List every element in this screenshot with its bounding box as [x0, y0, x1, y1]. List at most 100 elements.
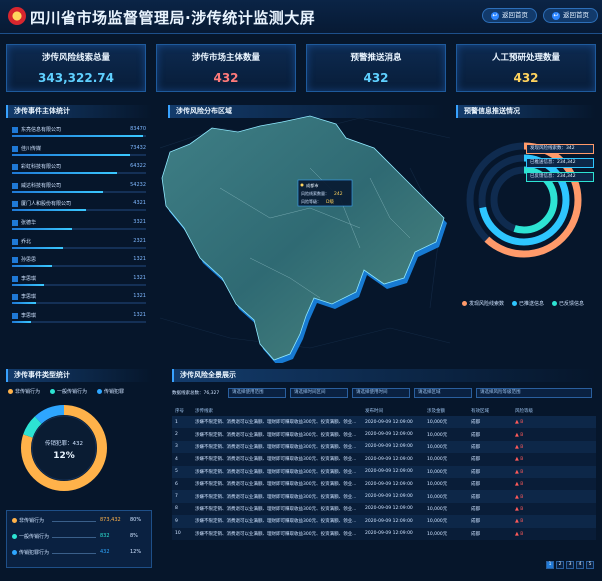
table-cell: 10,000元: [424, 527, 468, 540]
pagination: 12345: [546, 561, 594, 569]
types-donut-label: 传销犯罪：432: [45, 439, 83, 447]
warning-triangle-icon: ▲: [515, 481, 519, 488]
warning-triangle-icon: ▲: [515, 443, 519, 450]
types-row-pct: 8%: [130, 533, 138, 539]
table-row[interactable]: 2 涉嫌不限定销、消费退可以业满额、理财即可赚取收益300元、投资满额、领业...…: [172, 428, 596, 441]
rank-square-icon: [12, 294, 18, 301]
table-cell: ▲ B: [512, 490, 596, 503]
subject-value: 3321: [133, 219, 146, 225]
table-row[interactable]: 3 涉嫌不限定销、消费退可以业满额、理财即可赚取收益300元、投资满额、领业...…: [172, 440, 596, 454]
table-row[interactable]: 4 涉嫌不限定销、消费退可以业满额、理财即可赚取收益300元、投资满额、领业...…: [172, 453, 596, 466]
table-row[interactable]: 7 涉嫌不限定销、消费退可以业满额、理财即可赚取收益300元、投资满额、领业...…: [172, 490, 596, 503]
page-button[interactable]: 4: [576, 561, 584, 569]
warning-triangle-icon: ▲: [515, 530, 519, 537]
rank-square-icon: [12, 313, 18, 319]
rank-square-icon: [12, 220, 18, 226]
push-legend: 发现风险线索数 已推送信息 已反馈信息: [462, 300, 598, 307]
subject-item[interactable]: 厦门人和股份有限公司 4321: [12, 200, 146, 218]
push-legend-item: 已反馈信息: [552, 300, 584, 307]
subject-item[interactable]: 东亮信息有限公司 83470: [12, 126, 146, 144]
push-label: 已反馈信息：: [530, 174, 557, 179]
types-row-value: 873,432: [100, 517, 121, 523]
subject-item[interactable]: 李思琪 1321: [12, 293, 146, 311]
subject-item[interactable]: 乔北 2321: [12, 238, 146, 256]
types-row: 一般传销行为 832 8%: [12, 533, 148, 543]
subject-item[interactable]: 佳川传媒 73432: [12, 145, 146, 163]
table-cell: 成都: [468, 465, 512, 478]
table-cell: 10,000元: [424, 515, 468, 528]
push-legend-item: 已推送信息: [512, 300, 544, 307]
types-row-pct: 12%: [130, 549, 142, 555]
table-cell: 10,000元: [424, 490, 468, 503]
page-button[interactable]: 2: [556, 561, 564, 569]
table-cell: 3: [172, 440, 192, 454]
table-row[interactable]: 10 涉嫌不限定销、消费退可以业满额、理财即可赚取收益300元、投资满额、领业..…: [172, 527, 596, 540]
types-donut-chart: 传销犯罪：432 12%: [21, 405, 107, 491]
table-cell: 10,000元: [424, 440, 468, 454]
table-cell: 10,000元: [424, 416, 468, 429]
push-label-item: 已推送信息：234,342: [526, 158, 594, 168]
types-row-name: 传销犯罪行为: [19, 550, 50, 556]
table-cell: 2020-09-09 12:09:00: [362, 515, 424, 528]
table-cell: 10,000元: [424, 465, 468, 478]
rank-square-icon: [12, 164, 18, 171]
kpi-card-manual-processing: 人工预研处理数量 432: [456, 44, 596, 92]
subject-item[interactable]: 李思琪 1321: [12, 275, 146, 293]
subject-name: 乔北: [21, 238, 32, 245]
subject-name: 东亮信息有限公司: [21, 127, 62, 133]
subject-item[interactable]: 威达科技有限公司 54232: [12, 182, 146, 200]
table-row[interactable]: 6 涉嫌不限定销、消费退可以业满额、理财即可赚取收益300元、投资满额、领业...…: [172, 477, 596, 491]
table-cell: 2020-09-09 12:09:00: [362, 428, 424, 441]
types-legend-item: 一般传销行为: [50, 388, 87, 395]
table-cell: 成都: [468, 502, 512, 516]
filter-time-range-select[interactable]: 请选择时间区间: [290, 388, 348, 398]
table-cell: 成都: [468, 477, 512, 491]
rank-square-icon: [12, 238, 18, 245]
subject-value: 64322: [130, 163, 146, 170]
back-home-button-2[interactable]: ↩ 返回首页: [543, 8, 598, 23]
types-row-value: 432: [100, 549, 110, 555]
table-cell: 8: [172, 502, 192, 516]
subject-item[interactable]: 孙思思 1321: [12, 256, 146, 274]
sichuan-risk-map[interactable]: 成都市 风险线索数量： 242 风险等级： D级: [160, 108, 450, 363]
table-row[interactable]: 8 涉嫌不限定销、消费退可以业满额、理财即可赚取收益300元、投资满额、领业...…: [172, 502, 596, 516]
rank-square-icon: [12, 127, 18, 133]
types-row-dot: [12, 518, 17, 523]
table-row[interactable]: 1 涉嫌不限定销、消费退可以业满额、理财即可赚取收益300元、投资满额、领业...…: [172, 416, 596, 429]
table-cell: 涉嫌不限定销、消费退可以业满额、理财即可赚取收益300元、投资满额、领业...: [192, 477, 362, 491]
table-row[interactable]: 5 涉嫌不限定销、消费退可以业满额、理财即可赚取收益300元、投资满额、领业...…: [172, 465, 596, 478]
kpi-title: 预警推送消息: [350, 53, 402, 63]
types-legend: 非传销行为 一般传销行为 传销犯罪: [8, 388, 154, 395]
subject-bar: [12, 302, 37, 305]
back-home-button[interactable]: ↩ 返回首页: [482, 8, 537, 23]
kpi-card-market-subjects: 涉传市场主体数量 432: [156, 44, 296, 92]
table-cell: 2020-09-09 12:09:00: [362, 490, 424, 503]
table-cell: 涉嫌不限定销、消费退可以业满额、理财即可赚取收益300元、投资满额、领业...: [192, 440, 362, 454]
page-button[interactable]: 3: [566, 561, 574, 569]
table-row[interactable]: 9 涉嫌不限定销、消费退可以业满额、理财即可赚取收益300元、投资满额、领业...…: [172, 515, 596, 528]
kpi-title: 涉传风险线索总量: [41, 53, 110, 63]
filter-scope-select[interactable]: 请选择使用范围: [228, 388, 286, 398]
subject-bar: [12, 228, 73, 230]
table-cell: 9: [172, 515, 192, 528]
table-cell: 2020-09-09 12:09:00: [362, 440, 424, 454]
table-cell: 涉嫌不限定销、消费退可以业满额、理财即可赚取收益300元、投资满额、领业...: [192, 428, 362, 441]
page-button[interactable]: 5: [586, 561, 594, 569]
table-cell: 10,000元: [424, 428, 468, 441]
page-button[interactable]: 1: [546, 561, 554, 569]
table-cell: 6: [172, 477, 192, 491]
table-cell: ▲ B: [512, 453, 596, 466]
table-cell: 涉嫌不限定销、消费退可以业满额、理财即可赚取收益300元、投资满额、领业...: [192, 515, 362, 528]
filter-use-time-select[interactable]: 请选择使用时间: [352, 388, 410, 398]
filter-region-select[interactable]: 请选择区域: [414, 388, 472, 398]
filter-risk-level-select[interactable]: 请选择风险等级范围: [476, 388, 592, 398]
subject-item[interactable]: 彩虹科技有限公司 64322: [12, 163, 146, 181]
clues-count: 数据线索总数：76,327: [172, 391, 220, 396]
subject-item[interactable]: 张德华 3321: [12, 219, 146, 237]
table-cell: 10,000元: [424, 477, 468, 491]
subject-item[interactable]: 李思琪 1321: [12, 312, 146, 330]
table-cell: 涉嫌不限定销、消费退可以业满额、理财即可赚取收益300元、投资满额、领业...: [192, 490, 362, 503]
push-label: 发现风险线索数：: [530, 146, 566, 151]
table-cell: 2020-09-09 12:09:00: [362, 502, 424, 516]
subject-bar: [12, 172, 117, 175]
